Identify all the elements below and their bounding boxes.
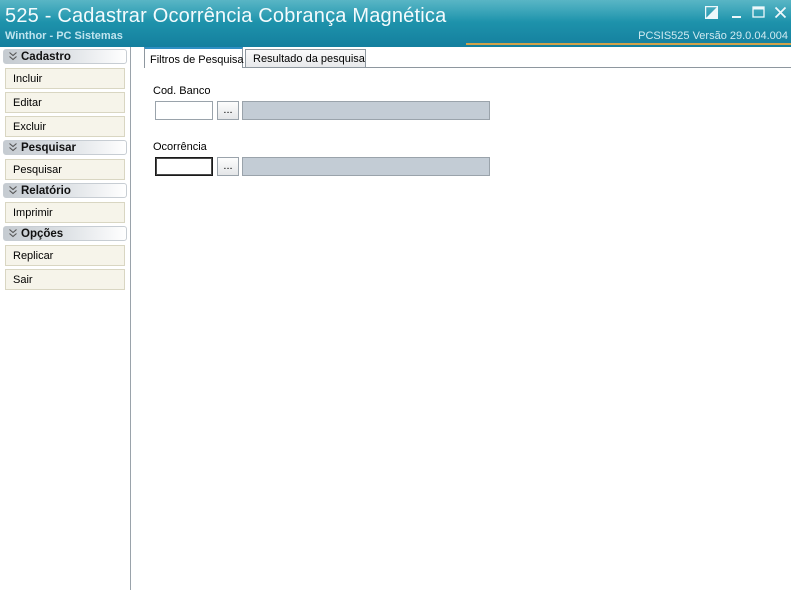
title-bar: 525 - Cadastrar Ocorrência Cobrança Magn…	[0, 0, 791, 47]
chevron-down-icon	[9, 229, 17, 238]
sidebar-group-label: Pesquisar	[21, 142, 76, 154]
restore-icon[interactable]	[705, 6, 719, 20]
sidebar-item-label: Imprimir	[13, 207, 53, 219]
sidebar-item-label: Editar	[13, 97, 42, 109]
sidebar-group-label: Relatório	[21, 185, 71, 197]
sidebar-item-sair[interactable]: Sair	[5, 269, 125, 290]
title-accent-line	[466, 43, 791, 45]
tab-label: Filtros de Pesquisa	[150, 54, 244, 66]
tab-label: Resultado da pesquisa	[253, 53, 365, 65]
sidebar-item-label: Replicar	[13, 250, 54, 262]
sidebar-item-label: Incluir	[13, 73, 43, 85]
sidebar: Cadastro Incluir Editar Excluir Pesquisa…	[0, 47, 131, 590]
sidebar-group-label: Cadastro	[21, 51, 71, 63]
chevron-down-icon	[9, 52, 17, 61]
ocorrencia-search-button[interactable]: ...	[217, 157, 239, 176]
tab-resultado-da-pesquisa[interactable]: Resultado da pesquisa	[245, 49, 366, 68]
window-subtitle: Winthor - PC Sistemas	[5, 30, 123, 42]
sidebar-group-opcoes[interactable]: Opções	[3, 226, 127, 241]
sidebar-item-label: Sair	[13, 274, 33, 286]
cod-banco-label: Cod. Banco	[153, 85, 211, 97]
cod-banco-input[interactable]	[155, 101, 213, 120]
sidebar-item-label: Excluir	[13, 121, 47, 133]
maximize-icon[interactable]	[752, 6, 766, 20]
sidebar-item-pesquisar[interactable]: Pesquisar	[5, 159, 125, 180]
sidebar-item-editar[interactable]: Editar	[5, 92, 125, 113]
chevron-down-icon	[9, 143, 17, 152]
chevron-down-icon	[9, 186, 17, 195]
ocorrencia-label: Ocorrência	[153, 141, 207, 153]
sidebar-group-cadastro[interactable]: Cadastro	[3, 49, 127, 64]
tab-filtros-de-pesquisa[interactable]: Filtros de Pesquisa	[144, 47, 244, 68]
ocorrencia-input[interactable]	[155, 157, 213, 176]
sidebar-item-incluir[interactable]: Incluir	[5, 68, 125, 89]
sidebar-group-label: Opções	[21, 228, 64, 240]
version-label: PCSIS525 Versão 29.0.04.004	[638, 30, 788, 42]
window-title: 525 - Cadastrar Ocorrência Cobrança Magn…	[5, 5, 447, 27]
cod-banco-description-field	[242, 101, 490, 120]
sidebar-group-relatorio[interactable]: Relatório	[3, 183, 127, 198]
sidebar-item-excluir[interactable]: Excluir	[5, 116, 125, 137]
main-content: Filtros de Pesquisa Resultado da pesquis…	[131, 47, 791, 590]
minimize-icon[interactable]	[730, 6, 744, 20]
ocorrencia-description-field	[242, 157, 490, 176]
sidebar-item-label: Pesquisar	[13, 164, 62, 176]
cod-banco-search-button[interactable]: ...	[217, 101, 239, 120]
close-icon[interactable]	[774, 6, 788, 20]
sidebar-item-replicar[interactable]: Replicar	[5, 245, 125, 266]
sidebar-group-pesquisar[interactable]: Pesquisar	[3, 140, 127, 155]
sidebar-item-imprimir[interactable]: Imprimir	[5, 202, 125, 223]
